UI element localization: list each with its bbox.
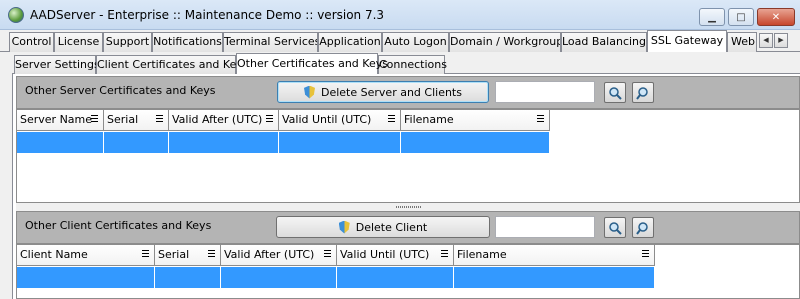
cell-valid-until[interactable] — [279, 132, 401, 153]
server-search-input[interactable] — [495, 81, 595, 103]
tab-scroll-left-button[interactable]: ◀ — [759, 33, 773, 48]
tab-auto-logon[interactable]: Auto Logon — [382, 32, 449, 52]
server-certificates-grid[interactable]: Server Name Serial Valid After (UTC) Val… — [16, 109, 800, 203]
client-clear-search-button[interactable] — [632, 217, 654, 238]
column-label: Serial — [158, 248, 190, 261]
shield-icon — [304, 85, 315, 99]
cell-serial[interactable] — [155, 267, 221, 288]
client-certificates-grid[interactable]: Client Name Serial Valid After (UTC) Val… — [16, 244, 800, 299]
column-valid-until[interactable]: Valid Until (UTC) — [279, 110, 401, 131]
column-valid-until[interactable]: Valid Until (UTC) — [337, 245, 454, 266]
cell-valid-until[interactable] — [337, 267, 454, 288]
column-label: Server Name — [20, 113, 93, 126]
column-serial[interactable]: Serial — [155, 245, 221, 266]
column-label: Valid Until (UTC) — [282, 113, 372, 126]
title-bar: AADServer - Enterprise :: Maintenance De… — [0, 0, 800, 30]
main-tab-bar: Control License Support Notifications Te… — [0, 30, 800, 52]
column-label: Client Name — [20, 248, 88, 261]
column-menu-icon[interactable] — [266, 115, 273, 124]
close-icon: ✕ — [771, 11, 781, 23]
column-valid-after[interactable]: Valid After (UTC) — [169, 110, 279, 131]
subtab-other-certificates[interactable]: Other Certificates and Keys — [236, 53, 388, 74]
search-icon — [609, 221, 622, 235]
tab-license[interactable]: License — [54, 32, 103, 52]
minimize-button[interactable]: ▁ — [699, 8, 725, 26]
client-section-header: Other Client Certificates and Keys Delet… — [16, 211, 800, 244]
subtab-connections[interactable]: Connections — [378, 55, 447, 74]
close-button[interactable]: ✕ — [757, 8, 795, 26]
column-menu-icon[interactable] — [208, 250, 215, 259]
tab-control[interactable]: Control — [9, 32, 54, 52]
column-label: Valid After (UTC) — [224, 248, 315, 261]
client-search-input[interactable] — [495, 216, 595, 238]
column-label: Filename — [404, 113, 454, 126]
server-clear-search-button[interactable] — [632, 82, 654, 103]
column-menu-icon[interactable] — [642, 250, 649, 259]
column-menu-icon[interactable] — [324, 250, 331, 259]
column-client-name[interactable]: Client Name — [17, 245, 155, 266]
column-label: Valid After (UTC) — [172, 113, 263, 126]
tab-scroll-right-button[interactable]: ▶ — [774, 33, 788, 48]
sub-tab-bar: Server Settings Client Certificates and … — [12, 53, 800, 74]
splitter-grip-icon — [396, 206, 422, 208]
maximize-button[interactable]: □ — [728, 8, 754, 26]
tab-ssl-gateway[interactable]: SSL Gateway — [647, 30, 727, 52]
server-search-button[interactable] — [604, 82, 626, 103]
cell-server-name[interactable] — [17, 132, 104, 153]
chevron-right-icon: ▶ — [778, 36, 784, 44]
column-label: Valid Until (UTC) — [340, 248, 430, 261]
tab-load-balancing[interactable]: Load Balancing — [561, 32, 647, 52]
tab-application[interactable]: Application — [318, 32, 382, 52]
window-title: AADServer - Enterprise :: Maintenance De… — [30, 8, 385, 22]
tab-support[interactable]: Support — [103, 32, 152, 52]
column-server-name[interactable]: Server Name — [17, 110, 104, 131]
delete-client-button[interactable]: Delete Client — [276, 216, 490, 238]
cell-filename[interactable] — [401, 132, 550, 153]
search-clear-icon — [636, 86, 648, 100]
delete-client-label: Delete Client — [355, 220, 428, 234]
column-label: Serial — [107, 113, 139, 126]
tab-notifications[interactable]: Notifications — [152, 32, 223, 52]
chevron-left-icon: ◀ — [763, 36, 769, 44]
tab-domain-workgroup[interactable]: Domain / Workgroup — [449, 32, 561, 52]
globe-icon — [8, 7, 24, 23]
column-menu-icon[interactable] — [91, 115, 98, 124]
column-filename[interactable]: Filename — [401, 110, 550, 131]
shield-icon — [338, 220, 350, 234]
column-menu-icon[interactable] — [142, 250, 149, 259]
column-menu-icon[interactable] — [156, 115, 163, 124]
column-valid-after[interactable]: Valid After (UTC) — [221, 245, 337, 266]
minimize-icon: ▁ — [708, 11, 716, 23]
column-menu-icon[interactable] — [537, 115, 544, 124]
column-label: Filename — [457, 248, 507, 261]
panel-splitter[interactable] — [16, 203, 800, 211]
subtab-client-certificates[interactable]: Client Certificates and Keys — [96, 55, 249, 74]
tab-terminal-services[interactable]: Terminal Services — [223, 32, 318, 52]
column-serial[interactable]: Serial — [104, 110, 169, 131]
column-menu-icon[interactable] — [441, 250, 448, 259]
cell-serial[interactable] — [104, 132, 169, 153]
subtab-server-settings[interactable]: Server Settings — [14, 55, 100, 74]
client-section-label: Other Client Certificates and Keys — [25, 219, 212, 232]
cell-filename[interactable] — [454, 267, 655, 288]
server-section-header: Other Server Certificates and Keys Delet… — [16, 76, 800, 109]
column-menu-icon[interactable] — [388, 115, 395, 124]
search-icon — [609, 86, 622, 100]
column-filename[interactable]: Filename — [454, 245, 655, 266]
tab-web[interactable]: Web — [727, 32, 757, 52]
cell-client-name[interactable] — [17, 267, 155, 288]
cell-valid-after[interactable] — [169, 132, 279, 153]
delete-server-and-clients-label: Delete Server and Clients — [321, 85, 462, 99]
maximize-icon: □ — [736, 11, 746, 23]
cell-valid-after[interactable] — [221, 267, 337, 288]
server-section-label: Other Server Certificates and Keys — [25, 84, 216, 97]
delete-server-and-clients-button[interactable]: Delete Server and Clients — [277, 81, 489, 103]
search-clear-icon — [636, 221, 648, 235]
client-search-button[interactable] — [604, 217, 626, 238]
